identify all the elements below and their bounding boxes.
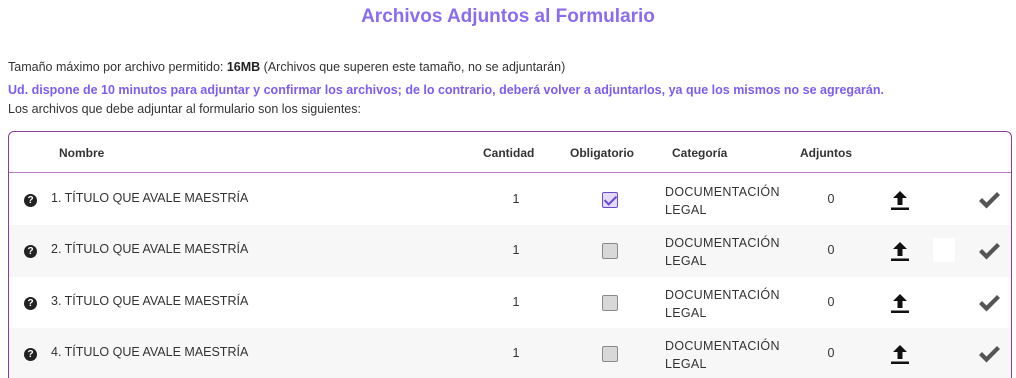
- header-adjuntos: Adjuntos: [800, 146, 852, 160]
- question-circle-icon[interactable]: ?: [24, 194, 37, 207]
- category-line-2: LEGAL: [665, 203, 707, 217]
- table-row: ? 3. TÍTULO QUE AVALE MAESTRÍA 1 DOCUMENTAC…: [9, 277, 1011, 329]
- checkmark-icon[interactable]: [977, 190, 1001, 210]
- page-title: Archivos Adjuntos al Formulario: [361, 6, 655, 27]
- category-line-2: LEGAL: [665, 254, 707, 268]
- required-checkbox[interactable]: [602, 243, 618, 259]
- question-circle-icon[interactable]: ?: [24, 245, 37, 258]
- file-quantity: 1: [512, 346, 520, 360]
- category-line-1: DOCUMENTACIÓN: [665, 236, 780, 250]
- file-quantity: 1: [512, 295, 520, 309]
- file-quantity: 1: [512, 192, 520, 206]
- table-header: Nombre Cantidad Obligatorio Categoría Ad…: [9, 132, 1011, 173]
- upload-icon[interactable]: [890, 343, 910, 365]
- category-line-1: DOCUMENTACIÓN: [665, 185, 780, 199]
- required-checkbox[interactable]: [602, 192, 618, 208]
- category-line-2: LEGAL: [665, 357, 707, 371]
- upload-icon[interactable]: [890, 240, 910, 262]
- max-size-info: Tamaño máximo por archivo permitido: 16M…: [8, 60, 565, 74]
- category-line-1: DOCUMENTACIÓN: [665, 339, 780, 353]
- max-size-value: 16MB: [226, 60, 261, 74]
- required-checkbox[interactable]: [602, 295, 618, 311]
- upload-icon[interactable]: [890, 189, 910, 211]
- table-row: ? 1. TÍTULO QUE AVALE MAESTRÍA 1 DOCUMENTAC…: [9, 174, 1011, 226]
- file-quantity: 1: [512, 243, 520, 257]
- attachments-count: 0: [827, 192, 835, 206]
- header-cantidad: Cantidad: [483, 146, 535, 160]
- file-category: DOCUMENTACIÓN LEGAL: [665, 286, 780, 322]
- max-size-prefix: Tamaño máximo por archivo permitido:: [8, 60, 227, 74]
- list-intro: Los archivos que debe adjuntar al formul…: [8, 102, 361, 116]
- question-circle-icon[interactable]: ?: [24, 348, 37, 361]
- file-category: DOCUMENTACIÓN LEGAL: [665, 183, 780, 219]
- table-row: ? 4. TÍTULO QUE AVALE MAESTRÍA 1 DOCUMENTAC…: [9, 328, 1011, 378]
- attachments-table: Nombre Cantidad Obligatorio Categoría Ad…: [8, 131, 1012, 378]
- category-line-1: DOCUMENTACIÓN: [665, 288, 780, 302]
- max-size-suffix: (Archivos que superen este tamaño, no se…: [260, 60, 566, 74]
- file-name: 1. TÍTULO QUE AVALE MAESTRÍA: [51, 191, 249, 205]
- time-notice: Ud. dispone de 10 minutos para adjuntar …: [8, 83, 884, 97]
- question-circle-icon[interactable]: ?: [24, 297, 37, 310]
- file-name: 3. TÍTULO QUE AVALE MAESTRÍA: [51, 294, 249, 308]
- category-line-2: LEGAL: [665, 306, 707, 320]
- file-name: 4. TÍTULO QUE AVALE MAESTRÍA: [51, 345, 249, 359]
- checkmark-icon[interactable]: [977, 241, 1001, 261]
- file-category: DOCUMENTACIÓN LEGAL: [665, 234, 780, 270]
- checkmark-icon[interactable]: [977, 293, 1001, 313]
- header-obligatorio: Obligatorio: [570, 146, 634, 160]
- header-categoria: Categoría: [672, 146, 728, 160]
- required-checkbox[interactable]: [602, 346, 618, 362]
- header-nombre: Nombre: [59, 146, 105, 160]
- attachments-count: 0: [827, 243, 835, 257]
- attachments-count: 0: [827, 295, 835, 309]
- table-row: ? 2. TÍTULO QUE AVALE MAESTRÍA 1 DOCUMENTAC…: [9, 225, 1011, 277]
- upload-icon[interactable]: [890, 292, 910, 314]
- checkmark-icon[interactable]: [977, 344, 1001, 364]
- file-name: 2. TÍTULO QUE AVALE MAESTRÍA: [51, 242, 249, 256]
- file-category: DOCUMENTACIÓN LEGAL: [665, 337, 780, 373]
- upload-placeholder: [933, 238, 955, 262]
- attachments-count: 0: [827, 346, 835, 360]
